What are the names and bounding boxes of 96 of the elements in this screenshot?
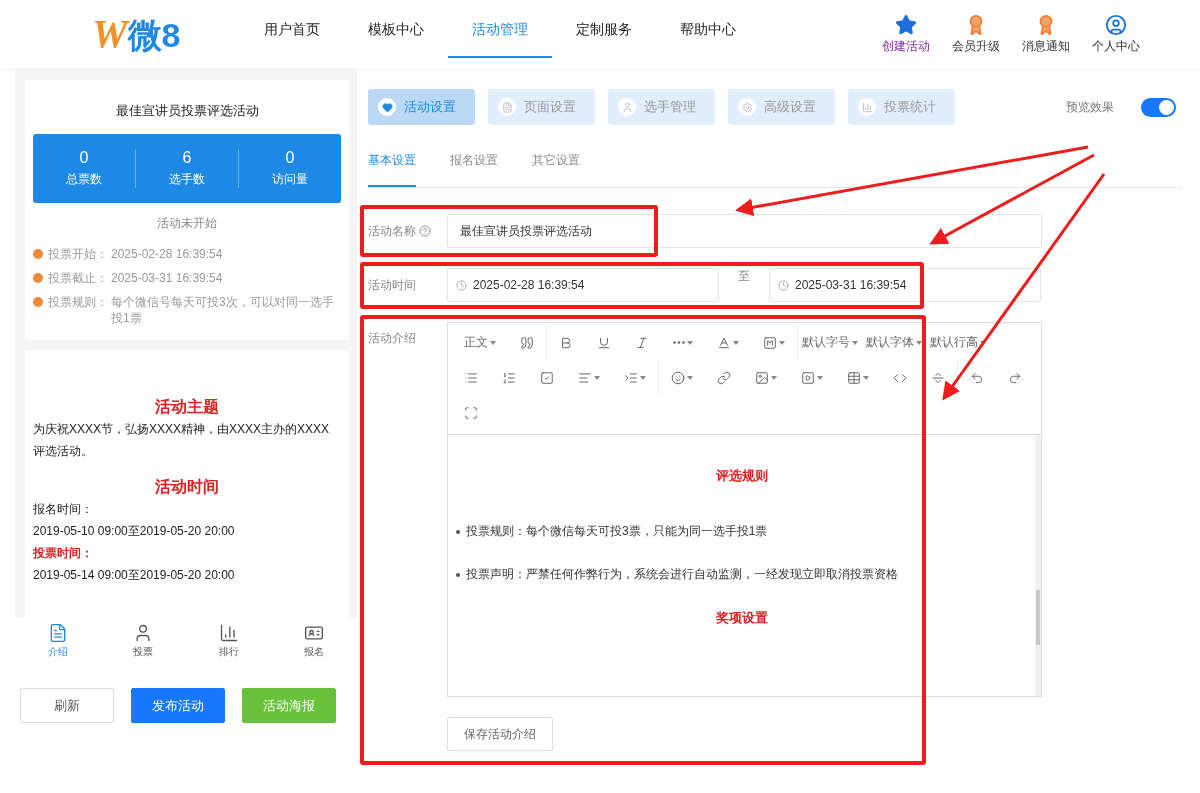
action-button[interactable]: 刷新: [20, 688, 114, 723]
preview-tab[interactable]: 介绍: [15, 618, 101, 663]
quote-icon: [520, 335, 534, 350]
range-separator: 至: [737, 268, 751, 285]
header-action[interactable]: 会员升级: [952, 14, 1000, 55]
activity-title: 最佳宣讲员投票评选活动: [114, 102, 260, 120]
field-label: 活动名称: [368, 222, 416, 240]
content-label: 投票时间：: [33, 545, 94, 562]
numbered-list-icon: [502, 370, 516, 385]
clock-icon: [456, 279, 467, 291]
checkbox-icon: [540, 370, 554, 385]
format-dropdown[interactable]: 默认行高: [926, 327, 990, 358]
info-dot-icon: [33, 249, 43, 259]
info-value: 2025-03-31 16:39:54: [111, 270, 224, 286]
stat-value: 0: [79, 149, 89, 167]
user-icon: [618, 98, 636, 116]
bullet-icon: [456, 572, 460, 577]
user-icon: [1105, 14, 1127, 36]
gear-icon: [738, 98, 756, 116]
underline-icon: [597, 335, 611, 350]
preview-tab[interactable]: 报名: [271, 618, 357, 663]
preview-label: 预览效果: [1066, 98, 1114, 116]
info-value: 每个微信号每天可投3次，可以对同一选手投1票: [111, 294, 335, 326]
info-label: 投票截止：: [48, 270, 108, 286]
undo-icon: [970, 370, 984, 385]
content-text: 为庆祝XXXX节，弘扬XXXX精神，由XXXX主办的XXXX评选活动。: [33, 421, 331, 460]
nav-link[interactable]: 定制服务: [552, 4, 656, 58]
smiley-icon: [671, 370, 685, 385]
stat-label: 访问量: [272, 171, 308, 188]
content-text: 报名时间：: [33, 501, 94, 518]
preview-tab[interactable]: 投票: [100, 618, 186, 663]
nav-link[interactable]: 活动管理: [448, 4, 552, 58]
header-action[interactable]: 创建活动: [882, 14, 930, 55]
editor-heading: 评选规则: [714, 467, 769, 485]
preview-switch[interactable]: [1141, 97, 1176, 117]
table-icon: [847, 370, 861, 385]
preview-tab[interactable]: 排行: [186, 618, 272, 663]
video-icon: [801, 370, 815, 385]
status-text: 活动未开始: [156, 215, 218, 232]
stat-value: 0: [285, 149, 295, 167]
sub-tab[interactable]: 基本设置: [368, 144, 416, 187]
indent-icon: [624, 370, 638, 385]
editor-bullet-text: 投票规则：每个微信每天可投3票，只能为同一选手投1票: [466, 523, 768, 540]
date-field[interactable]: 2025-02-28 16:39:54: [447, 268, 719, 302]
italic-icon: [635, 335, 649, 350]
highlight-icon: [763, 335, 777, 350]
bullet-icon: [456, 529, 460, 534]
info-dot-icon: [33, 297, 43, 307]
content-heading: 活动主题: [154, 397, 220, 417]
editor-heading: 奖项设置: [714, 609, 769, 627]
content-heading: 活动时间: [154, 477, 220, 497]
info-value: 2025-02-28 16:39:54: [111, 246, 224, 262]
ellipsis-icon: [673, 341, 685, 344]
image-icon: [755, 370, 769, 385]
bar-chart-icon: [218, 622, 239, 643]
sub-tab[interactable]: 报名设置: [450, 144, 498, 187]
format-dropdown[interactable]: 默认字体: [862, 327, 926, 358]
format-dropdown[interactable]: 正文: [452, 327, 508, 358]
info-dot-icon: [33, 273, 43, 283]
redo-icon: [1008, 370, 1022, 385]
content-text: 2019-05-14 09:00至2019-05-20 20:00: [33, 567, 236, 584]
name-field[interactable]: 最佳宣讲员投票评选活动: [447, 214, 1042, 248]
nav-link[interactable]: 用户首页: [240, 4, 344, 58]
nav-link[interactable]: 帮助中心: [656, 4, 760, 58]
action-button[interactable]: 发布活动: [131, 688, 225, 723]
divider-icon: [931, 370, 945, 385]
info-label: 投票规则：: [48, 294, 108, 311]
bar-chart-icon: [858, 98, 876, 116]
header-action[interactable]: 个人中心: [1092, 14, 1140, 55]
align-left-icon: [578, 370, 592, 385]
header-action[interactable]: 消息通知: [1022, 14, 1070, 55]
stat-value: 6: [182, 149, 192, 167]
clock-icon: [778, 279, 789, 291]
field-label: 活动时间: [368, 276, 416, 294]
sub-tab[interactable]: 其它设置: [532, 144, 580, 187]
scrollbar-thumb[interactable]: [1036, 590, 1040, 645]
save-button[interactable]: 保存活动介绍: [447, 717, 553, 751]
content-text: 2019-05-10 09:00至2019-05-20 20:00: [33, 523, 236, 540]
bullet-list-icon: [464, 370, 478, 385]
link-icon: [717, 370, 731, 385]
stat-label: 总票数: [66, 171, 102, 188]
stat-label: 选手数: [169, 171, 205, 188]
page-icon: [498, 98, 516, 116]
date-field[interactable]: 2025-03-31 16:39:54: [769, 268, 1041, 302]
logo[interactable]: W微8: [92, 10, 240, 59]
editor-bullet-text: 投票声明：严禁任何作弊行为，系统会进行自动监测，一经发现立即取消投票资格: [466, 566, 898, 583]
nav-link[interactable]: 模板中心: [344, 4, 448, 58]
bold-icon: [559, 335, 573, 350]
field-label: 活动介绍: [368, 330, 416, 347]
rich-text-editor[interactable]: 正文 默认字号 默认字体 默认行高 评选规则 投票规则：每个微信每天可投3票，只能为同一选手投1票 投票声明：严禁任何作弊行为，系统会进行自动监测，一经发现立即取消投票资格 奖项设置: [447, 322, 1042, 697]
fullscreen-icon: [464, 405, 478, 420]
format-dropdown[interactable]: 默认字号: [798, 327, 862, 358]
font-color-icon: [717, 335, 731, 350]
help-icon[interactable]: [419, 225, 431, 237]
star-icon: [895, 14, 917, 36]
info-label: 投票开始：: [48, 246, 108, 262]
